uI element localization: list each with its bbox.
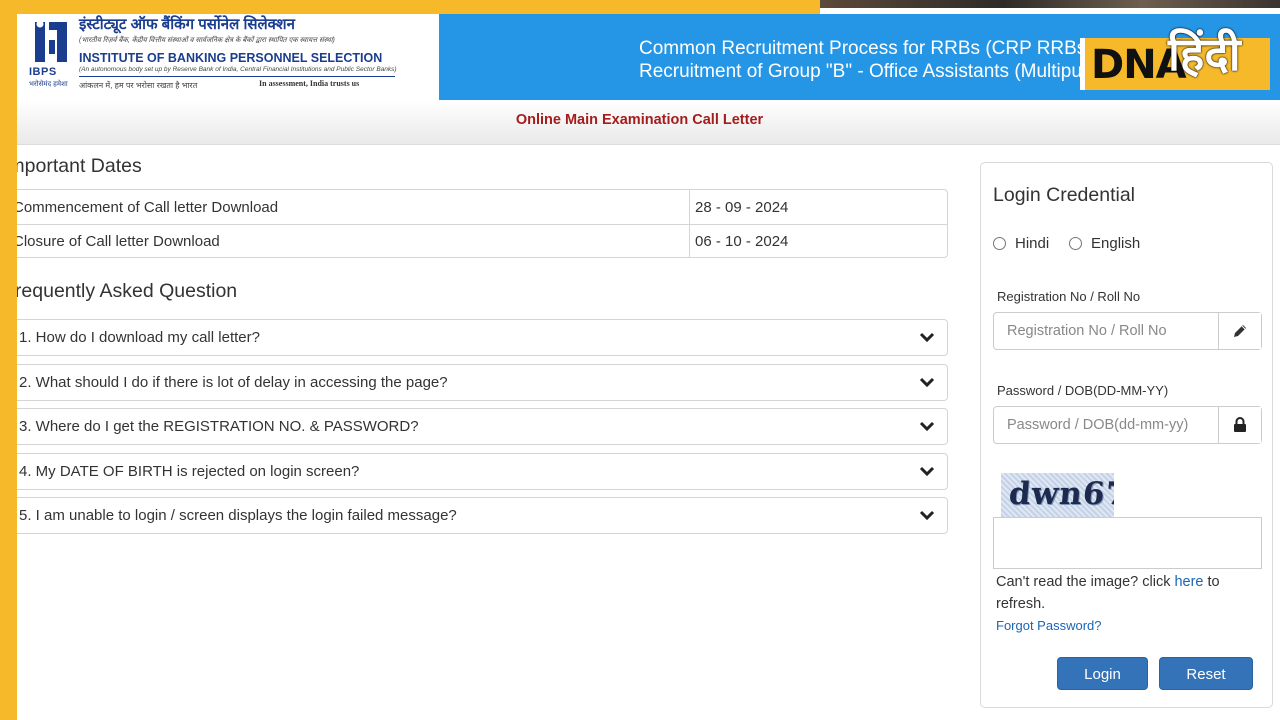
captcha-refresh-link[interactable]: here [1174, 574, 1203, 590]
crp-title-line1: Common Recruitment Process for RRBs (CRP… [639, 38, 1128, 59]
lock-icon [1234, 417, 1246, 432]
reset-button[interactable]: Reset [1159, 657, 1253, 690]
frame-top-border [0, 0, 820, 14]
chevron-down-icon [919, 421, 935, 432]
motto-english: In assessment, India trusts us [259, 79, 360, 88]
password-label: Password / DOB(DD-MM-YY) [997, 383, 1169, 398]
chevron-down-icon [919, 466, 935, 477]
captcha-refresh-hint: Can't read the image? click here to refr… [996, 571, 1256, 615]
faq-item-1[interactable]: 1. How do I download my call letter? [6, 319, 948, 356]
date-label: Closure of Call letter Download [13, 233, 220, 250]
frame-left-border [0, 0, 17, 720]
column-divider [689, 224, 690, 257]
faq-item-5[interactable]: 5. I am unable to login / screen display… [6, 497, 948, 534]
login-title: Login Credential [993, 184, 1136, 206]
institute-english-subtitle: (An autonomous body set up by Reserve Ba… [79, 66, 397, 73]
date-label: Commencement of Call letter Download [13, 199, 279, 216]
language-english-option[interactable]: English [1069, 235, 1140, 252]
motto-hindi: आंकलन में, हम पर भरोसा रखता है भारत [79, 81, 198, 90]
logo-area: IBPS भरोसेमंद हमेशा इंस्टीट्यूट ऑफ बैंकि… [17, 14, 439, 100]
faq-question: 1. How do I download my call letter? [19, 329, 260, 346]
important-dates-heading: Important Dates [3, 155, 142, 177]
faq-question: 3. Where do I get the REGISTRATION NO. &… [19, 418, 419, 435]
ibps-logo-icon [35, 20, 67, 62]
institute-hindi-subtitle: (भारतीय रिज़र्व बैंक, केंद्रीय वित्तीय स… [79, 37, 335, 44]
column-divider [689, 190, 690, 224]
dna-hindi-text: हिंदी [1168, 28, 1241, 80]
password-addon [1218, 407, 1261, 443]
hindi-radio-label: Hindi [1015, 235, 1050, 252]
faq-question: 2. What should I do if there is lot of d… [19, 374, 448, 391]
registration-addon [1218, 313, 1261, 349]
forgot-password-link[interactable]: Forgot Password? [996, 618, 1102, 633]
motto-divider [79, 76, 395, 77]
page-title: Online Main Examination Call Letter [515, 112, 764, 128]
important-dates-table: Commencement of Call letter Download 28 … [6, 189, 948, 258]
chevron-down-icon [919, 332, 935, 343]
faq-question: 4. My DATE OF BIRTH is rejected on login… [19, 463, 360, 480]
date-value: 28 - 09 - 2024 [695, 199, 789, 216]
faq-item-2[interactable]: 2. What should I do if there is lot of d… [6, 364, 948, 401]
login-panel: Login Credential Hindi English Registrat… [980, 162, 1273, 708]
password-input[interactable] [994, 407, 1218, 443]
registration-input-group [993, 312, 1262, 350]
captcha-image: dwn67 [1001, 473, 1114, 519]
refresh-prefix: Can't read the image? click [996, 574, 1175, 590]
chevron-down-icon [919, 510, 935, 521]
photo-strip [820, 0, 1280, 8]
captcha-input[interactable] [993, 517, 1262, 569]
table-row: Commencement of Call letter Download 28 … [7, 190, 947, 224]
pencil-icon [1234, 325, 1246, 337]
captcha-text: dwn67 [1007, 476, 1114, 512]
english-radio-label: English [1091, 235, 1141, 252]
chevron-down-icon [919, 377, 935, 388]
password-input-group [993, 406, 1262, 444]
registration-label: Registration No / Roll No [997, 289, 1141, 304]
institute-english-title: INSTITUTE OF BANKING PERSONNEL SELECTION [79, 51, 383, 65]
faq-question: 5. I am unable to login / screen display… [19, 507, 457, 524]
english-radio[interactable] [1069, 237, 1082, 250]
date-value: 06 - 10 - 2024 [695, 233, 789, 250]
language-hindi-option[interactable]: Hindi [993, 235, 1049, 252]
institute-hindi-title: इंस्टीट्यूट ऑफ बैंकिंग पर्सोनेल सिलेक्शन [79, 16, 295, 33]
registration-input[interactable] [994, 313, 1218, 349]
faq-item-4[interactable]: 4. My DATE OF BIRTH is rejected on login… [6, 453, 948, 490]
ibps-logo-tagline: भरोसेमंद हमेशा [29, 81, 68, 88]
faq-heading: Frequently Asked Question [3, 280, 238, 302]
login-button[interactable]: Login [1057, 657, 1148, 690]
page: IBPS भरोसेमंद हमेशा इंस्टीट्यूट ऑफ बैंकि… [0, 0, 1280, 720]
ibps-logo-text: IBPS [29, 66, 57, 78]
subheader-bar: Online Main Examination Call Letter [17, 100, 1280, 145]
hindi-radio[interactable] [993, 237, 1006, 250]
table-row: Closure of Call letter Download 06 - 10 … [7, 224, 947, 257]
faq-item-3[interactable]: 3. Where do I get the REGISTRATION NO. &… [6, 408, 948, 445]
crp-title-line2: Recruitment of Group "B" - Office Assist… [639, 61, 1136, 82]
